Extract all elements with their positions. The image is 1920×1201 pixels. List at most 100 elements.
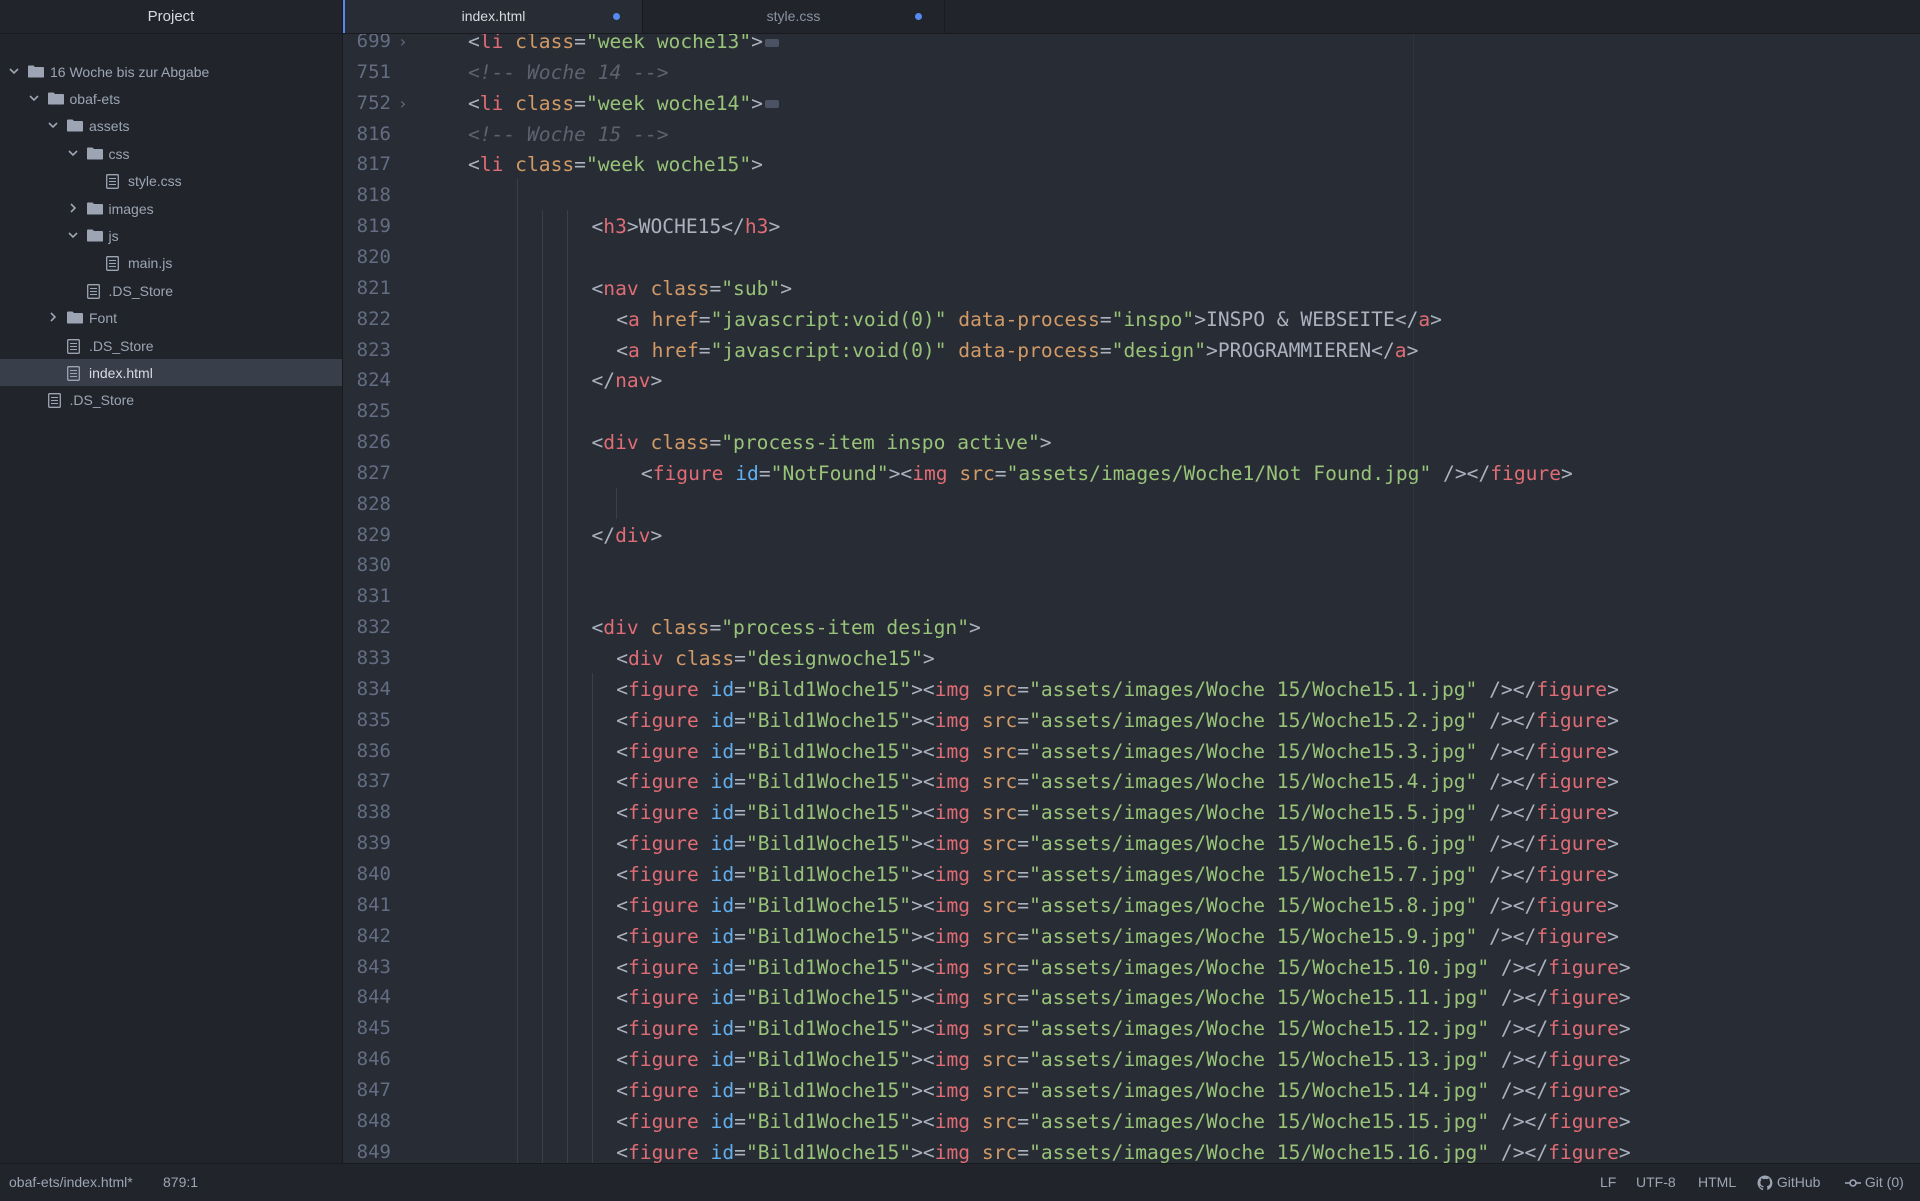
chevron-right-icon[interactable]: [47, 311, 61, 325]
code-line[interactable]: <li class="week woche14">: [468, 88, 779, 119]
code-token: div: [603, 431, 639, 455]
code-line[interactable]: <figure id="Bild1Woche15"><img src="asse…: [616, 982, 1631, 1013]
code-line[interactable]: <nav class="sub">: [592, 273, 793, 304]
chevron-down-icon[interactable]: [67, 229, 81, 243]
code-token: <: [591, 616, 604, 640]
tree-file[interactable]: .DS_Store: [0, 387, 342, 414]
code-token: img: [934, 1140, 971, 1163]
file-text-icon: [67, 338, 83, 354]
code-line[interactable]: <!-- Woche 14 -->: [468, 57, 669, 88]
tree-file[interactable]: .DS_Store: [0, 277, 342, 304]
code-line[interactable]: <figure id="Bild1Woche15"><img src="asse…: [616, 766, 1619, 797]
tree-file[interactable]: .DS_Store: [0, 332, 342, 359]
status-cursor-position[interactable]: 879:1: [163, 1164, 198, 1201]
code-token: img: [934, 924, 971, 948]
status-file-path[interactable]: obaf-ets/index.html*: [9, 1164, 133, 1201]
tree-file[interactable]: index.html: [0, 359, 342, 387]
code-line[interactable]: <div class="process-item design">: [592, 612, 981, 643]
code-token: figure: [627, 955, 699, 979]
code-token: =: [734, 893, 746, 917]
tree-item-label: index.html: [89, 364, 153, 381]
code-token: =: [574, 34, 586, 53]
code-token: <: [468, 91, 480, 115]
indent-guide: [517, 179, 519, 1163]
code-token: /></: [1489, 1140, 1549, 1163]
chevron-down-icon[interactable]: [47, 119, 61, 133]
code-lines[interactable]: <li class="week woche13"> <!-- Woche 14 -…: [343, 34, 1920, 1163]
code-token: /></: [1477, 770, 1537, 794]
code-token: <: [616, 770, 628, 794]
tab-style-css[interactable]: style.css: [643, 0, 945, 33]
code-line[interactable]: </nav>: [592, 365, 663, 396]
code-token: ><: [911, 1140, 935, 1163]
code-token: /></: [1489, 955, 1549, 979]
code-token: "assets/images/Woche 15/Woche15.14.jpg": [1029, 1078, 1490, 1102]
code-line[interactable]: <a href="javascript:void(0)" data-proces…: [616, 335, 1418, 366]
tree-folder[interactable]: 16 Woche bis zur Abgabe: [0, 58, 342, 85]
code-line[interactable]: <figure id="Bild1Woche15"><img src="asse…: [616, 1137, 1631, 1163]
code-token: >: [1618, 955, 1631, 979]
code-token: "Bild1Woche15": [745, 924, 912, 948]
code-line[interactable]: <figure id="Bild1Woche15"><img src="asse…: [616, 828, 1619, 859]
status-bar: obaf-ets/index.html* 879:1 LF UTF-8 HTML…: [0, 1163, 1920, 1201]
code-line[interactable]: <figure id="Bild1Woche15"><img src="asse…: [616, 1075, 1631, 1106]
code-line[interactable]: <figure id="Bild1Woche15"><img src="asse…: [616, 921, 1619, 952]
status-grammar[interactable]: HTML: [1698, 1164, 1736, 1201]
code-token: figure: [652, 461, 724, 485]
status-line-ending[interactable]: LF: [1600, 1164, 1616, 1201]
status-encoding[interactable]: UTF-8: [1636, 1164, 1676, 1201]
code-editor[interactable]: 699 › 751 752 › 816 817 818 819 820 821 822 823 824 82…: [343, 34, 1920, 1163]
tree-file[interactable]: main.js: [0, 250, 342, 277]
tab-index-html[interactable]: index.html: [343, 0, 643, 33]
tree-folder[interactable]: js: [0, 222, 342, 249]
tree-file[interactable]: style.css: [0, 168, 342, 195]
code-token: "Bild1Woche15": [745, 893, 912, 917]
code-line[interactable]: <figure id="Bild1Woche15"><img src="asse…: [616, 952, 1631, 983]
code-line[interactable]: <figure id="Bild1Woche15"><img src="asse…: [616, 1106, 1631, 1137]
code-line[interactable]: <figure id="Bild1Woche15"><img src="asse…: [616, 674, 1619, 705]
code-token: =: [1017, 1140, 1030, 1163]
chevron-down-icon[interactable]: [28, 92, 42, 106]
code-line[interactable]: <figure id="Bild1Woche15"><img src="asse…: [616, 890, 1619, 921]
git-button[interactable]: Git (0): [1845, 1164, 1904, 1201]
code-line[interactable]: <figure id="Bild1Woche15"><img src="asse…: [616, 797, 1619, 828]
tree-folder[interactable]: css: [0, 140, 342, 167]
tree-folder[interactable]: images: [0, 195, 342, 222]
code-token: ><: [911, 832, 935, 856]
code-line[interactable]: <a href="javascript:void(0)" data-proces…: [616, 304, 1442, 335]
code-token: <: [616, 708, 628, 732]
tree-folder[interactable]: assets: [0, 113, 342, 140]
code-line[interactable]: <figure id="Bild1Woche15"><img src="asse…: [616, 859, 1619, 890]
code-token: =: [734, 1048, 746, 1072]
code-line[interactable]: <figure id="Bild1Woche15"><img src="asse…: [616, 736, 1619, 767]
code-token: "week woche14": [585, 91, 752, 115]
chevron-down-icon[interactable]: [8, 65, 22, 79]
code-line[interactable]: <li class="week woche15">: [468, 149, 763, 180]
code-token: <: [616, 677, 628, 701]
tree-folder[interactable]: obaf-ets: [0, 85, 342, 112]
code-token: id: [698, 739, 735, 763]
code-line[interactable]: <figure id="NotFound"><img src="assets/i…: [641, 458, 1573, 489]
code-line[interactable]: <figure id="Bild1Woche15"><img src="asse…: [616, 1044, 1631, 1075]
chevron-right-icon[interactable]: [67, 202, 81, 216]
code-line[interactable]: <!-- Woche 15 -->: [468, 119, 669, 150]
chevron-down-icon[interactable]: [67, 147, 81, 161]
code-line[interactable]: </div>: [592, 520, 663, 551]
code-token: src: [970, 739, 1018, 763]
code-line[interactable]: <h3>WOCHE15</h3>: [592, 211, 781, 242]
code-line[interactable]: <div class="designwoche15">: [616, 643, 935, 674]
file-text-icon: [106, 174, 122, 190]
code-token: id: [698, 677, 735, 701]
folded-ellipsis-icon[interactable]: [764, 100, 779, 109]
code-token: >: [1607, 924, 1619, 948]
code-line[interactable]: <figure id="Bild1Woche15"><img src="asse…: [616, 705, 1619, 736]
code-token: =: [734, 677, 746, 701]
folded-ellipsis-icon[interactable]: [764, 38, 779, 47]
github-button[interactable]: GitHub: [1757, 1164, 1820, 1201]
code-line[interactable]: <figure id="Bild1Woche15"><img src="asse…: [616, 1013, 1631, 1044]
code-line[interactable]: <li class="week woche13">: [468, 34, 779, 57]
git-commit-icon: [1845, 1174, 1861, 1190]
code-line[interactable]: <div class="process-item inspo active">: [592, 427, 1052, 458]
tree-folder[interactable]: Font: [0, 305, 342, 332]
code-token: id: [698, 1140, 735, 1163]
